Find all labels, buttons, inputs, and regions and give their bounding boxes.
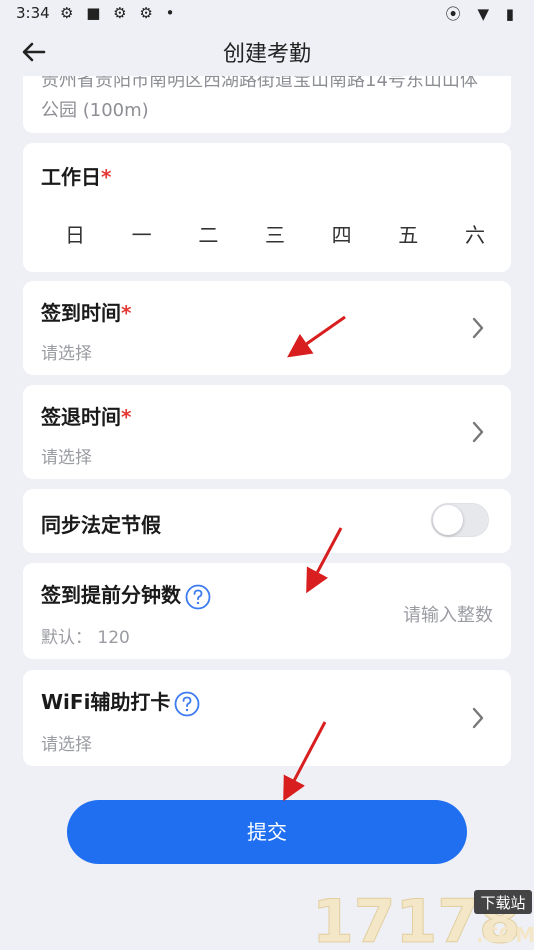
workday-label: 工作日 xyxy=(41,165,101,189)
checkout-time-placeholder: 请选择 xyxy=(41,448,92,468)
wifi-assist-placeholder: 请选择 xyxy=(41,735,92,755)
weekday-selector: 日 一 二 三 四 五 六 xyxy=(41,219,493,248)
weekday-sat[interactable]: 六 xyxy=(461,219,489,248)
checkin-time-placeholder: 请选择 xyxy=(41,344,92,364)
status-time: 3:34 xyxy=(16,4,50,22)
weekday-thu[interactable]: 四 xyxy=(328,219,356,248)
toggle-knob xyxy=(433,505,463,535)
checkin-time-row[interactable]: 签到时间* 请选择 xyxy=(23,281,511,375)
submit-button[interactable]: 提交 xyxy=(67,800,467,864)
help-icon[interactable] xyxy=(185,584,211,610)
chevron-right-icon xyxy=(472,707,484,729)
weekday-sun[interactable]: 日 xyxy=(61,219,89,248)
required-mark: * xyxy=(121,301,132,325)
workday-card: 工作日* 日 一 二 三 四 五 六 xyxy=(23,143,511,272)
status-bar: 3:34 ⚙ ■ ⚙ ⚙ • ⦿ ▼ ▮ xyxy=(0,0,534,28)
watermark-domain: .COM xyxy=(476,923,534,947)
wifi-assist-row[interactable]: WiFi辅助打卡 请选择 xyxy=(23,670,511,766)
advance-minutes-default: 默认： 120 xyxy=(41,628,130,648)
advance-minutes-row: 签到提前分钟数 默认： 120 请输入整数 xyxy=(23,563,511,659)
advance-minutes-label: 签到提前分钟数 xyxy=(41,583,181,607)
watermark-logo: 17178 下载站 .COM xyxy=(312,887,534,950)
checkin-time-label: 签到时间 xyxy=(41,301,121,325)
watermark-badge: 下载站 xyxy=(480,894,525,912)
weekday-mon[interactable]: 一 xyxy=(128,219,156,248)
advance-minutes-input[interactable]: 请输入整数 xyxy=(403,601,493,627)
weekday-wed[interactable]: 三 xyxy=(261,219,289,248)
sync-holiday-label: 同步法定节假 xyxy=(41,513,161,537)
checkout-time-row[interactable]: 签退时间* 请选择 xyxy=(23,385,511,479)
weekday-tue[interactable]: 二 xyxy=(194,219,222,248)
required-mark: * xyxy=(101,165,112,189)
notification-icons: ⚙ ■ ⚙ ⚙ • xyxy=(60,4,179,22)
checkout-time-label: 签退时间 xyxy=(41,405,121,429)
chevron-right-icon xyxy=(472,317,484,339)
app-bar: 创建考勤 xyxy=(0,28,534,76)
chevron-right-icon xyxy=(472,421,484,443)
page-title: 创建考勤 xyxy=(222,42,311,67)
sync-holiday-toggle[interactable] xyxy=(431,503,489,537)
sync-holiday-row: 同步法定节假 xyxy=(23,489,511,553)
weekday-fri[interactable]: 五 xyxy=(394,219,422,248)
help-icon[interactable] xyxy=(174,691,200,717)
system-status-icons: ⦿ ▼ ▮ xyxy=(445,5,520,23)
required-mark: * xyxy=(121,405,132,429)
wifi-assist-label: WiFi辅助打卡 xyxy=(41,690,171,714)
